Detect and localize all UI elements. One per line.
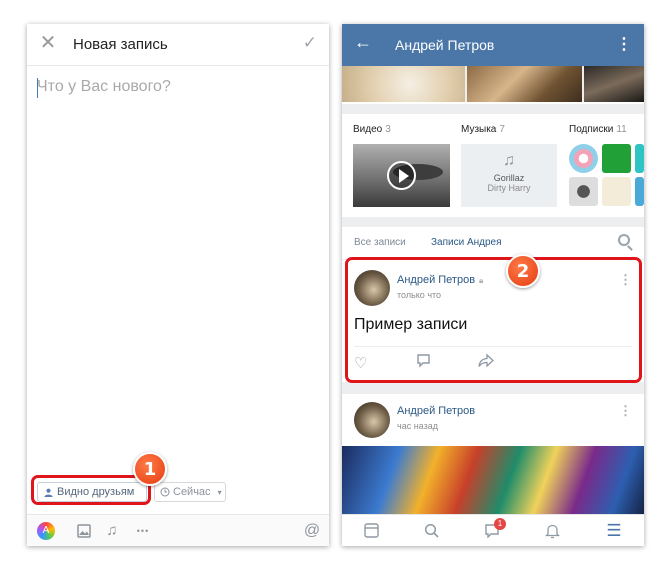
screen-title: Новая запись bbox=[73, 36, 168, 53]
photo-icon[interactable] bbox=[74, 521, 94, 541]
news-icon[interactable] bbox=[360, 521, 382, 541]
check-icon[interactable]: ✓ bbox=[303, 33, 317, 53]
attachment-toolbar: A ♫ ••• @ bbox=[27, 514, 329, 546]
subscription-avatar[interactable] bbox=[569, 177, 598, 206]
bottom-navigation: 1 ☰ bbox=[342, 514, 644, 546]
visibility-highlight bbox=[31, 475, 151, 505]
section-separator bbox=[342, 382, 644, 394]
clock-icon bbox=[160, 487, 170, 497]
tab-all-posts[interactable]: Все записи bbox=[354, 237, 406, 248]
top-bar: ✕ Новая запись ✓ bbox=[27, 24, 329, 66]
photo-thumbnail[interactable] bbox=[342, 66, 465, 102]
new-post-screen: ✕ Новая запись ✓ Что у Вас нового? Видно… bbox=[27, 24, 329, 546]
subscription-avatar[interactable] bbox=[569, 144, 598, 173]
tab-own-posts[interactable]: Записи Андрея bbox=[431, 237, 502, 248]
search-icon[interactable] bbox=[618, 234, 630, 246]
music-artist: Gorillaz bbox=[493, 173, 525, 183]
video-section-label[interactable]: Видео 3 bbox=[353, 124, 391, 135]
more-vertical-icon[interactable]: ⋮ bbox=[616, 34, 632, 54]
photo-thumbnail[interactable] bbox=[584, 66, 644, 102]
music-note-icon: ♫ bbox=[503, 152, 515, 169]
step-badge-2: 2 bbox=[506, 254, 540, 288]
photo-strip bbox=[342, 66, 644, 102]
play-icon[interactable] bbox=[387, 161, 416, 190]
bell-icon[interactable] bbox=[541, 521, 563, 541]
post-text-input[interactable]: Что у Вас нового? bbox=[37, 78, 171, 96]
schedule-button[interactable]: Сейчас ▾ bbox=[154, 482, 226, 502]
subscription-avatar[interactable] bbox=[635, 177, 644, 206]
more-icon[interactable]: ••• bbox=[133, 521, 153, 541]
music-thumbnail[interactable]: ♫ Gorillaz Dirty Harry bbox=[461, 144, 557, 207]
wall-post: Андрей Петров час назад ⋮ bbox=[342, 394, 644, 514]
avatar[interactable] bbox=[354, 402, 390, 438]
back-arrow-icon[interactable]: ← bbox=[354, 32, 372, 53]
subs-section-label[interactable]: Подписки 11 bbox=[569, 124, 627, 135]
wall-tabs: Все записи Записи Андрея bbox=[342, 224, 644, 260]
schedule-label: Сейчас bbox=[173, 486, 211, 498]
chevron-down-icon: ▾ bbox=[217, 487, 222, 497]
media-section: Видео 3 Музыка 7 Подписки 11 ♫ Gorillaz Dir… bbox=[342, 114, 644, 226]
post-image[interactable] bbox=[342, 446, 644, 514]
unread-badge: 1 bbox=[494, 518, 506, 530]
mention-icon[interactable]: @ bbox=[302, 521, 322, 541]
post-author[interactable]: Андрей Петров bbox=[397, 405, 475, 417]
music-section-label[interactable]: Музыка 7 bbox=[461, 124, 505, 135]
subscription-avatar[interactable] bbox=[635, 144, 644, 173]
section-separator bbox=[342, 104, 644, 114]
sticker-icon[interactable]: A bbox=[37, 521, 57, 541]
post-highlight bbox=[345, 257, 642, 383]
profile-name: Андрей Петров bbox=[395, 37, 495, 53]
messages-icon[interactable]: 1 bbox=[481, 518, 506, 541]
more-vertical-icon[interactable]: ⋮ bbox=[619, 403, 632, 419]
header-bar: ← Андрей Петров ⋮ bbox=[342, 24, 644, 66]
step-badge-1: 1 bbox=[133, 452, 167, 486]
subscription-avatar[interactable] bbox=[602, 144, 631, 173]
music-track: Dirty Harry bbox=[487, 183, 531, 193]
subscriptions-grid bbox=[569, 144, 644, 207]
music-icon[interactable]: ♫ bbox=[102, 521, 122, 541]
menu-icon[interactable]: ☰ bbox=[603, 521, 625, 541]
subscription-avatar[interactable] bbox=[602, 177, 631, 206]
video-thumbnail[interactable] bbox=[353, 144, 450, 207]
post-time: час назад bbox=[397, 421, 438, 431]
photo-thumbnail[interactable] bbox=[467, 66, 582, 102]
close-icon[interactable]: ✕ bbox=[39, 33, 57, 53]
search-icon[interactable] bbox=[420, 521, 442, 541]
